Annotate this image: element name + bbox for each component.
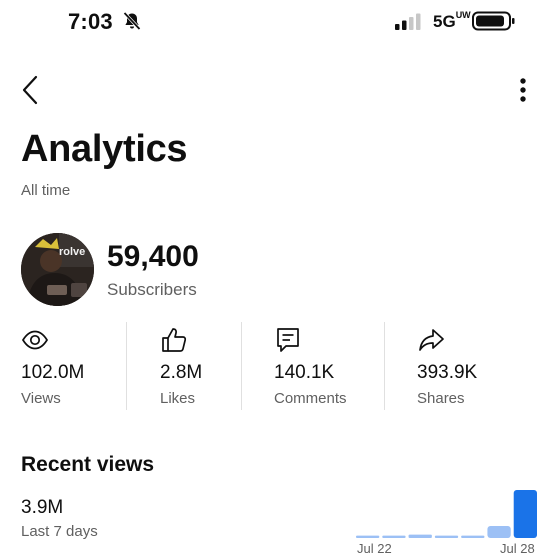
stat-divider — [241, 322, 242, 410]
back-button[interactable] — [18, 74, 44, 106]
avatar-image: rolve — [21, 233, 94, 306]
network-indicator: 5GUW — [433, 10, 471, 31]
page-subtitle: All time — [21, 182, 71, 199]
stat-label: Views — [21, 390, 61, 407]
battery-icon — [472, 11, 515, 31]
chart-bar — [408, 534, 432, 538]
thumbs-up-icon — [162, 328, 187, 352]
avatar-text: rolve — [59, 246, 85, 258]
subscriber-count: 59,400 — [107, 240, 199, 273]
chart-bar — [487, 526, 511, 538]
recent-views-title: Recent views — [21, 453, 155, 476]
more-options-button[interactable] — [512, 76, 534, 106]
recent-views-period: Last 7 days — [21, 523, 98, 540]
recent-views-value: 3.9M — [21, 497, 64, 518]
eye-icon — [22, 330, 48, 350]
stat-value: 140.1K — [274, 362, 335, 383]
stat-divider — [384, 322, 385, 410]
signal-icon — [395, 13, 421, 30]
status-time: 7:03 — [68, 9, 113, 34]
chart-bar — [461, 535, 485, 538]
stat-label: Shares — [417, 390, 465, 407]
avatar: rolve — [21, 233, 94, 306]
x-tick-label: Jul 22 — [357, 541, 392, 556]
status-bar: 7:03 5GUW — [0, 0, 560, 46]
page-title: Analytics — [21, 128, 188, 170]
chart-bar — [382, 535, 406, 538]
stat-value: 102.0M — [21, 362, 85, 383]
stat-divider — [126, 322, 127, 410]
stat-label: Comments — [274, 390, 347, 407]
stat-label: Likes — [160, 390, 196, 407]
stat-value: 393.9K — [417, 362, 478, 383]
subscriber-label: Subscribers — [107, 280, 197, 299]
x-tick-label: Jul 28 — [500, 541, 535, 556]
bell-off-icon — [123, 11, 141, 31]
chart-bar — [513, 490, 537, 538]
share-icon — [419, 329, 444, 351]
chart-bar — [356, 535, 380, 538]
stats-row: 102.0M Views 2.8M Likes 140.1K Comments … — [0, 320, 560, 412]
recent-views-chart[interactable] — [356, 490, 540, 540]
chart-bar — [434, 535, 459, 538]
stat-value: 2.8M — [160, 362, 203, 383]
comment-icon — [277, 328, 299, 352]
